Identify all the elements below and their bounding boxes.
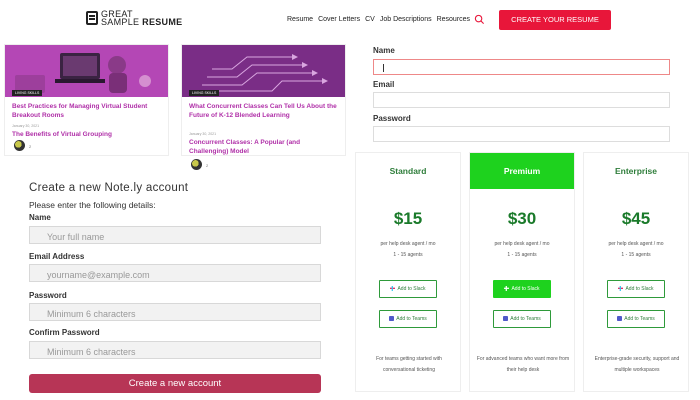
card-date: January 30, 2021 — [12, 124, 40, 128]
signup-title: Create a new Note.ly account — [29, 182, 189, 194]
teams-icon — [503, 316, 509, 322]
logo-line-2: SAMPLE — [101, 17, 140, 27]
plan-price: $45 — [621, 209, 651, 228]
nav-item-job-descriptions[interactable]: Job Descriptions — [380, 16, 432, 23]
name-label: Name — [29, 213, 51, 222]
full-name-input[interactable] — [30, 229, 320, 245]
plan-agents: 1 - 15 agents — [393, 252, 423, 258]
plan-agents: 1 - 15 agents — [507, 252, 537, 258]
add-to-teams-label: Add to Teams — [624, 316, 655, 322]
password-label: Password — [373, 114, 411, 123]
card-author: 2 — [206, 163, 209, 168]
plan-description: Enterprise-grade security, support and m… — [594, 356, 680, 373]
add-to-teams-label: Add to Teams — [396, 316, 427, 322]
add-to-slack-button[interactable]: Add to Slack — [493, 280, 551, 298]
add-to-teams-button[interactable]: Add to Teams — [493, 310, 551, 328]
add-to-teams-button[interactable]: Add to Teams — [379, 310, 437, 328]
name-field[interactable] — [373, 59, 670, 75]
plan-price: $30 — [507, 209, 537, 228]
add-to-slack-label: Add to Slack — [397, 286, 426, 292]
plan-agents: 1 - 15 agents — [621, 252, 651, 258]
nav-item-resume[interactable]: Resume — [287, 16, 313, 23]
create-account-button[interactable]: Create a new account — [29, 374, 321, 393]
text-caret — [383, 64, 384, 72]
plan-unit: per help desk agent / mo — [494, 241, 550, 247]
password-field[interactable] — [29, 303, 321, 322]
plan-price: $15 — [393, 209, 423, 228]
resume-logo-icon — [86, 11, 98, 25]
password-label: Password — [29, 291, 67, 300]
card-subtitle[interactable]: Concurrent Classes: A Popular (and Chall… — [189, 139, 339, 156]
site-logo[interactable]: GREAT SAMPLE RESUME — [86, 10, 183, 27]
main-nav: Resume Cover Letters CV Job Descriptions… — [287, 16, 470, 23]
password-field[interactable] — [373, 126, 670, 142]
nav-item-resources[interactable]: Resources — [437, 16, 470, 23]
plan-card-premium: Premium $30 per help desk agent / mo 1 -… — [469, 152, 575, 392]
card-author: 2 — [29, 144, 32, 149]
signup-instructions: Please enter the following details: — [29, 200, 156, 210]
blog-card-1[interactable]: LIVING SKILLS Best Practices for Managin… — [4, 44, 169, 156]
add-to-teams-button[interactable]: Add to Teams — [607, 310, 665, 328]
password-input[interactable] — [30, 306, 320, 322]
logo-line-2-bold: RESUME — [142, 17, 183, 27]
email-field[interactable] — [373, 92, 670, 108]
confirm-password-input[interactable] — [30, 344, 320, 360]
plan-description: For teams getting started with conversat… — [376, 356, 442, 373]
teams-icon — [617, 316, 623, 322]
card-subtitle[interactable]: The Benefits of Virtual Grouping — [12, 131, 162, 140]
blog-card-2[interactable]: LIVING SKILLS What Concurrent Classes Ca… — [181, 44, 346, 170]
card-title[interactable]: Best Practices for Managing Virtual Stud… — [12, 103, 162, 120]
plan-unit: per help desk agent / mo — [380, 241, 436, 247]
plan-description: For advanced teams who want more from th… — [476, 356, 570, 373]
add-to-slack-button[interactable]: Add to Slack — [607, 280, 665, 298]
nav-item-cv[interactable]: CV — [365, 16, 375, 23]
avatar — [191, 159, 202, 170]
plan-name: Standard — [389, 166, 427, 176]
email-address-field[interactable] — [29, 264, 321, 283]
confirm-password-label: Confirm Password — [29, 328, 100, 337]
category-badge[interactable]: LIVING SKILLS — [189, 90, 220, 96]
plan-name: Enterprise — [614, 166, 658, 176]
avatar — [14, 140, 25, 151]
email-address-input[interactable] — [30, 267, 320, 283]
card-date: January 30, 2021 — [189, 132, 217, 136]
slack-icon — [390, 286, 396, 292]
full-name-field[interactable] — [29, 226, 321, 245]
plan-unit: per help desk agent / mo — [608, 241, 664, 247]
add-to-slack-label: Add to Slack — [625, 286, 654, 292]
plan-card-enterprise: Enterprise $45 per help desk agent / mo … — [583, 152, 689, 392]
add-to-teams-label: Add to Teams — [510, 316, 541, 322]
nav-item-cover-letters[interactable]: Cover Letters — [318, 16, 360, 23]
site-header: GREAT SAMPLE RESUME Resume Cover Letters… — [0, 0, 700, 42]
plan-name: Premium — [470, 153, 574, 189]
add-to-slack-label: Add to Slack — [511, 286, 540, 292]
card-title[interactable]: What Concurrent Classes Can Tell Us Abou… — [189, 103, 339, 120]
confirm-password-field[interactable] — [29, 341, 321, 360]
category-badge[interactable]: LIVING SKILLS — [12, 90, 43, 96]
teams-icon — [389, 316, 395, 322]
plan-card-standard: Standard $15 per help desk agent / mo 1 … — [355, 152, 461, 392]
create-resume-button[interactable]: CREATE YOUR RESUME — [499, 10, 611, 30]
search-icon[interactable] — [474, 14, 485, 25]
add-to-slack-button[interactable]: Add to Slack — [379, 280, 437, 298]
email-label: Email — [373, 80, 395, 89]
slack-icon — [504, 286, 510, 292]
email-address-label: Email Address — [29, 252, 85, 261]
name-label: Name — [373, 46, 395, 55]
slack-icon — [618, 286, 624, 292]
